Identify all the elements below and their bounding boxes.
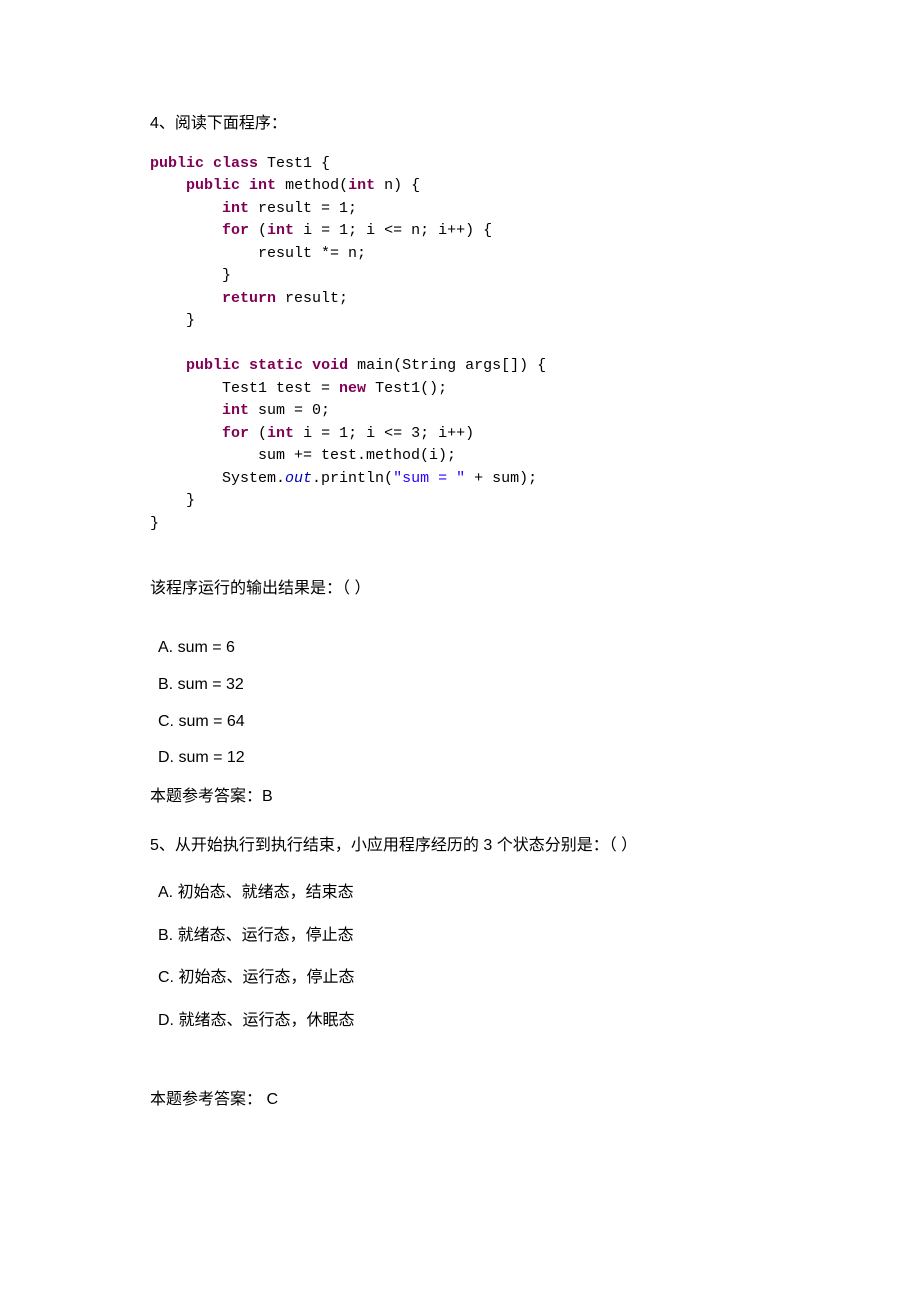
string-literal: "sum = ": [393, 470, 465, 487]
q5-option-b: B. 就绪态、运行态，停止态: [158, 922, 770, 951]
q4-option-b: B. sum = 32: [158, 671, 770, 700]
q4-option-a: A. sum = 6: [158, 634, 770, 663]
q5-option-a: A. 初始态、就绪态，结束态: [158, 879, 770, 908]
kw-int: int: [348, 177, 375, 194]
kw-public: public: [186, 177, 240, 194]
q5-answer: 本题参考答案： C: [150, 1086, 770, 1115]
code-text: (: [249, 222, 267, 239]
q4-answer: 本题参考答案：B: [150, 783, 770, 812]
q4-stem: 4、阅读下面程序：: [150, 110, 770, 139]
kw-new: new: [339, 380, 366, 397]
kw-for: for: [222, 425, 249, 442]
kw-static: static: [249, 357, 303, 374]
q4-code-block: public class Test1 { public int method(i…: [150, 153, 770, 536]
code-text: }: [222, 267, 231, 284]
code-text: }: [186, 492, 195, 509]
q5-stem: 5、从开始执行到执行结束，小应用程序经历的 3 个状态分别是：（ ）: [150, 832, 770, 861]
code-text: result *= n;: [258, 245, 366, 262]
code-text: i = 1; i <= n; i++) {: [294, 222, 492, 239]
q4-result-prompt: 该程序运行的输出结果是：（ ）: [150, 575, 770, 604]
kw-int: int: [267, 222, 294, 239]
code-text: method(: [276, 177, 348, 194]
code-text: (: [249, 425, 267, 442]
q5-option-d: D. 就绪态、运行态，休眠态: [158, 1007, 770, 1036]
code-text: result;: [276, 290, 348, 307]
code-text: .println(: [312, 470, 393, 487]
kw-public: public: [150, 155, 204, 172]
page-content: 4、阅读下面程序： public class Test1 { public in…: [0, 0, 920, 1215]
code-text: }: [186, 312, 195, 329]
code-text: sum = 0;: [249, 402, 330, 419]
code-text: + sum);: [465, 470, 537, 487]
kw-void: void: [312, 357, 348, 374]
kw-public: public: [186, 357, 240, 374]
q4-option-c: C. sum = 64: [158, 708, 770, 737]
code-text: System.: [222, 470, 285, 487]
code-text: n) {: [375, 177, 420, 194]
code-text: main(String args[]) {: [348, 357, 546, 374]
code-text: Test1();: [366, 380, 447, 397]
kw-class: class: [213, 155, 258, 172]
code-text: i = 1; i <= 3; i++): [294, 425, 474, 442]
field-out: out: [285, 470, 312, 487]
kw-int: int: [222, 200, 249, 217]
kw-return: return: [222, 290, 276, 307]
code-text: }: [150, 515, 159, 532]
code-text: Test1 {: [258, 155, 330, 172]
kw-int: int: [267, 425, 294, 442]
kw-for: for: [222, 222, 249, 239]
kw-int: int: [222, 402, 249, 419]
kw-int: int: [249, 177, 276, 194]
code-text: result = 1;: [249, 200, 357, 217]
q5-option-c: C. 初始态、运行态，停止态: [158, 964, 770, 993]
q4-option-d: D. sum = 12: [158, 744, 770, 773]
code-text: Test1 test =: [222, 380, 339, 397]
code-text: sum += test.method(i);: [258, 447, 456, 464]
